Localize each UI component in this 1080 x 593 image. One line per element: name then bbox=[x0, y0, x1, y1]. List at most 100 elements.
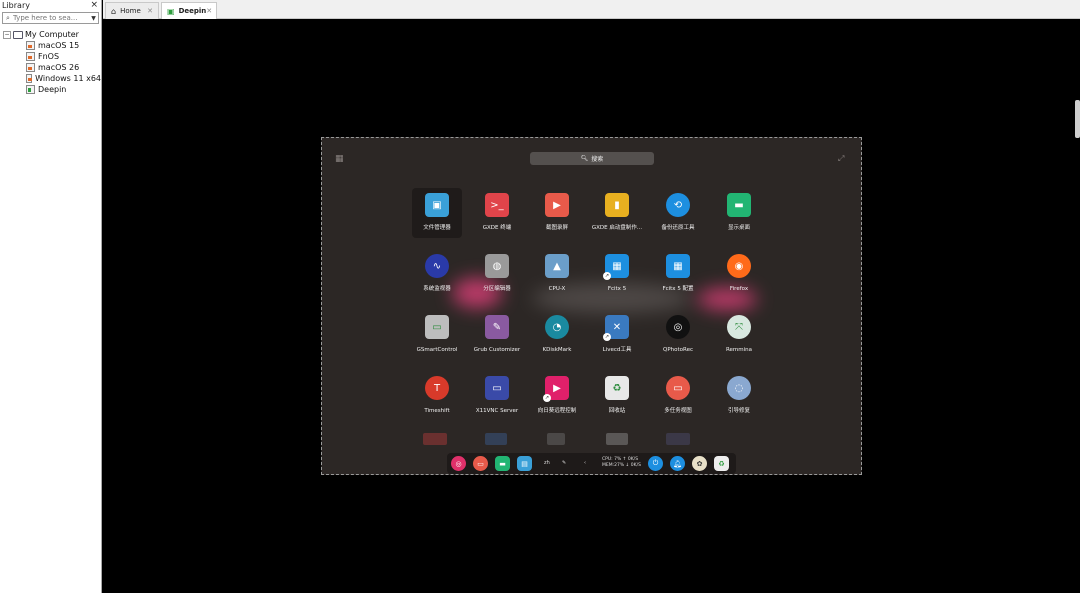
power-icon[interactable]: ⏻ bbox=[648, 456, 663, 471]
boot-repair-icon: ◌ bbox=[727, 376, 751, 400]
app-label: Remmina bbox=[725, 347, 753, 353]
tree-item-vm[interactable]: FnOS bbox=[0, 51, 101, 62]
app-label: Fcitx 5 配置 bbox=[662, 286, 694, 292]
app-item[interactable]: ▣ 文件管理器 bbox=[412, 188, 462, 238]
app-item[interactable]: T Timeshift bbox=[412, 371, 462, 421]
grub-customizer-icon: ✎ bbox=[485, 315, 509, 339]
tab-deepin[interactable]: ▣ Deepin ✕ bbox=[161, 2, 217, 19]
firefox-icon: ◉ bbox=[727, 254, 751, 278]
app-item[interactable]: ▲ CPU-X bbox=[532, 249, 582, 299]
chevron-down-icon[interactable]: ▼ bbox=[89, 15, 98, 22]
app-item[interactable]: ▭ X11VNC Server bbox=[472, 371, 522, 421]
tree-item-label: Deepin bbox=[38, 85, 67, 94]
tree-item-vm[interactable]: Deepin bbox=[0, 84, 101, 95]
app-item[interactable]: ▶ ↗ 向日葵远程控制 bbox=[532, 371, 582, 421]
gsmartcontrol-icon: ▭ bbox=[425, 315, 449, 339]
launcher-icon[interactable]: ◎ bbox=[451, 456, 466, 471]
app-launcher[interactable]: ▦ ⤢ 🔍︎ 搜索 ▣ 文件管理器 >_ GXDE 终端 ▶ 截图录屏 ▮ GXDE 启动盘制… bbox=[321, 137, 862, 475]
search-icon: 🔍︎ bbox=[580, 155, 589, 162]
app-label: 显示桌面 bbox=[727, 225, 750, 231]
tab-bar: ⌂ Home ✕ ▣ Deepin ✕ bbox=[103, 0, 1080, 19]
multitask-view-icon[interactable]: ▭ bbox=[473, 456, 488, 471]
expand-icon[interactable]: ⤢ bbox=[838, 154, 848, 164]
multitask-view-icon: ▭ bbox=[666, 376, 690, 400]
link-icon: ↗ bbox=[603, 333, 611, 341]
app-item[interactable]: ▭ 多任务视图 bbox=[653, 371, 703, 421]
file-manager-icon: ▣ bbox=[425, 193, 449, 217]
tab-home[interactable]: ⌂ Home ✕ bbox=[105, 2, 159, 19]
app-item[interactable]: ▮ GXDE 启动盘制作... bbox=[592, 188, 642, 238]
app-label: 文件管理器 bbox=[423, 225, 451, 231]
app-item[interactable]: ▦ Fcitx 5 配置 bbox=[653, 249, 703, 299]
app-item[interactable]: ◌ 引导修复 bbox=[714, 371, 764, 421]
pen-icon[interactable]: ✎ bbox=[562, 460, 566, 466]
app-label: 分区编辑器 bbox=[483, 286, 511, 292]
close-icon[interactable]: ✕ bbox=[206, 7, 212, 15]
tree-item-label: FnOS bbox=[38, 52, 60, 61]
scrollbar-thumb[interactable] bbox=[1075, 100, 1080, 138]
app-item[interactable]: ◔ KDiskMark bbox=[532, 310, 582, 360]
search-icon: ⌕ bbox=[6, 13, 10, 22]
app-item[interactable]: ▬ 显示桌面 bbox=[714, 188, 764, 238]
link-icon: ↗ bbox=[543, 394, 551, 402]
app-row-faded bbox=[485, 433, 507, 445]
library-search[interactable]: ⌕ ▼ bbox=[2, 12, 99, 24]
collapse-icon[interactable]: − bbox=[3, 30, 11, 39]
terminal-icon: >_ bbox=[485, 193, 509, 217]
home-icon: ⌂ bbox=[111, 6, 117, 16]
app-item[interactable]: ▶ 截图录屏 bbox=[532, 188, 582, 238]
app-item[interactable]: ◍ 分区编辑器 bbox=[472, 249, 522, 299]
app-row-faded bbox=[547, 433, 565, 445]
app-label: KDiskMark bbox=[542, 347, 572, 353]
tree-item-label: macOS 26 bbox=[38, 63, 80, 72]
trash-icon: ♻ bbox=[605, 376, 629, 400]
app-item[interactable]: ⟲ 备份还原工具 bbox=[653, 188, 703, 238]
app-item[interactable]: ⤧ Remmina bbox=[714, 310, 764, 360]
tree-item-label: macOS 15 bbox=[38, 41, 80, 50]
boot-maker-icon: ▮ bbox=[605, 193, 629, 217]
tab-label: Deepin bbox=[178, 7, 207, 15]
app-label: CPU-X bbox=[548, 286, 566, 292]
show-desktop-icon[interactable]: ▬ bbox=[495, 456, 510, 471]
tree-item-vm[interactable]: Windows 11 x64 bbox=[0, 73, 101, 84]
launcher-search-label: 搜索 bbox=[591, 156, 604, 163]
chevron-left-icon[interactable]: ‹ bbox=[584, 460, 586, 466]
app-item[interactable]: ∿ 系统监视器 bbox=[412, 249, 462, 299]
library-close-button[interactable]: × bbox=[90, 1, 98, 10]
file-manager-icon[interactable]: ▤ bbox=[517, 456, 532, 471]
app-item[interactable]: ▭ GSmartControl bbox=[412, 310, 462, 360]
app-item[interactable]: ◉ Firefox bbox=[714, 249, 764, 299]
tab-label: Home bbox=[120, 7, 141, 15]
app-label: 回收站 bbox=[608, 408, 626, 414]
grid-view-icon[interactable]: ▦ bbox=[335, 154, 345, 164]
app-item[interactable]: ✕ ↗ Livecd工具 bbox=[592, 310, 642, 360]
library-search-input[interactable] bbox=[13, 14, 83, 22]
app-row-faded bbox=[606, 433, 628, 445]
library-title: Library bbox=[2, 1, 30, 10]
dock: ◎ ▭ ▬ ▤ zh ✎ ‹ CPU: 7% ↑ 0K/S MEM:27% ↓ … bbox=[447, 453, 736, 474]
sunlogin-icon: ▶ ↗ bbox=[543, 376, 569, 402]
app-item[interactable]: >_ GXDE 终端 bbox=[472, 188, 522, 238]
tree-item-vm[interactable]: macOS 15 bbox=[0, 40, 101, 51]
close-icon[interactable]: ✕ bbox=[147, 7, 153, 15]
trash-icon[interactable]: ♻ bbox=[714, 456, 729, 471]
app-label: QPhotoRec bbox=[662, 347, 693, 353]
notification-icon[interactable]: 🔔︎ bbox=[670, 456, 685, 471]
link-icon: ↗ bbox=[603, 272, 611, 280]
x11vnc-icon: ▭ bbox=[485, 376, 509, 400]
system-monitor-icon: ∿ bbox=[425, 254, 449, 278]
show-desktop-icon: ▬ bbox=[727, 193, 751, 217]
vm-tree: − My Computer macOS 15 FnOS macOS 26 Win… bbox=[0, 29, 101, 95]
language-indicator[interactable]: zh bbox=[544, 460, 550, 466]
launcher-search-input[interactable]: 🔍︎ 搜索 bbox=[530, 152, 654, 165]
app-label: GXDE 终端 bbox=[482, 225, 512, 231]
app-item[interactable]: ✎ Grub Customizer bbox=[472, 310, 522, 360]
tree-item-vm[interactable]: macOS 26 bbox=[0, 62, 101, 73]
settings-icon[interactable]: ✿ bbox=[692, 456, 707, 471]
app-item[interactable]: ♻ 回收站 bbox=[592, 371, 642, 421]
app-item[interactable]: ▦ ↗ Fcitx 5 bbox=[592, 249, 642, 299]
tree-item-my-computer[interactable]: − My Computer bbox=[0, 29, 101, 40]
app-item[interactable]: ◎ QPhotoRec bbox=[653, 310, 703, 360]
screen-recorder-icon: ▶ bbox=[545, 193, 569, 217]
app-label: 截图录屏 bbox=[545, 225, 568, 231]
